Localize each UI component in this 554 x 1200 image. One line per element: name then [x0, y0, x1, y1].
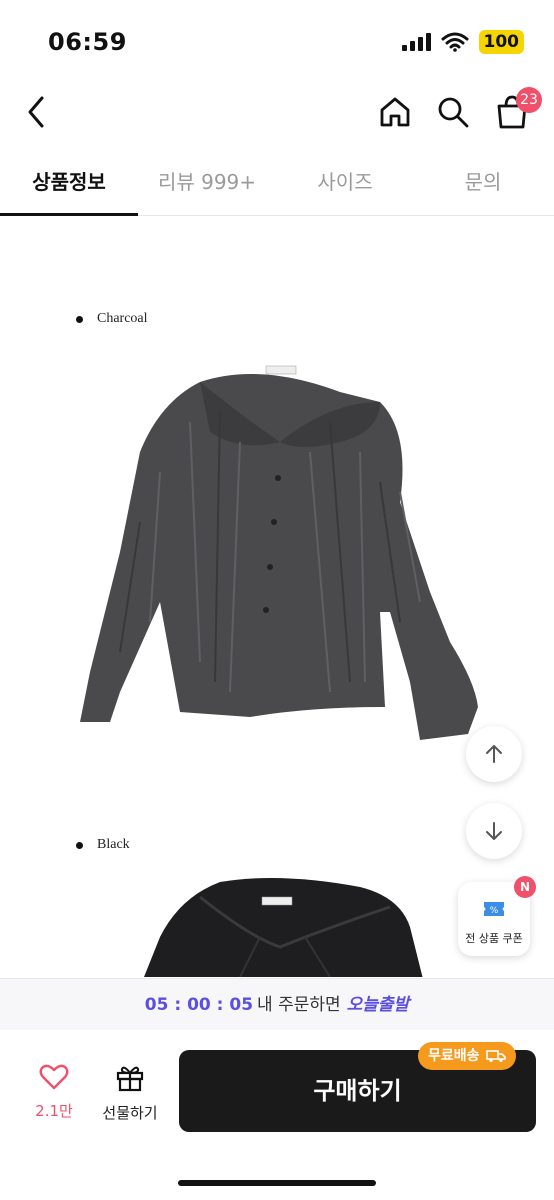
black-blouse-image [144, 878, 423, 977]
free-shipping-label: 무료배송 [428, 1048, 480, 1064]
gift-icon [116, 1066, 144, 1092]
wifi-icon [441, 32, 468, 52]
color-option-black: Black [76, 837, 130, 853]
status-bar: 06:59 100 [0, 0, 554, 80]
bullet [76, 841, 83, 849]
color-label: Charcoal [97, 311, 148, 326]
search-icon [438, 97, 469, 128]
nav-bar: 23 [0, 80, 554, 144]
coupon-icon: % [484, 902, 504, 916]
truck-icon [485, 1050, 506, 1063]
scroll-bottom-button[interactable] [466, 803, 522, 859]
search-button[interactable] [433, 92, 473, 132]
status-icons: 100 [401, 30, 524, 54]
back-button[interactable] [22, 92, 52, 132]
delivery-countdown: 05 : 00 : 05 [144, 995, 254, 1015]
gift-button[interactable]: 선물하기 [98, 1064, 162, 1123]
new-badge: N [514, 876, 536, 898]
bottom-action-bar: 2.1만 선물하기 구매하기 무료배송 [0, 1030, 554, 1200]
like-count: 2.1만 [35, 1102, 73, 1120]
tab-inquiry[interactable]: 문의 [414, 150, 552, 215]
bullet [76, 315, 83, 323]
tab-size[interactable]: 사이즈 [276, 150, 414, 215]
home-icon [380, 97, 410, 127]
cart-count-badge: 23 [516, 87, 542, 113]
coupon-label: 전 상품 쿠폰 [465, 932, 523, 945]
product-detail-content: Charcoal Black [0, 217, 554, 977]
delivery-banner: 05 : 00 : 05 내 주문하면 오늘출발 [0, 978, 554, 1030]
arrow-up-icon [486, 745, 502, 763]
coupon-button[interactable]: % 전 상품 쿠폰 N [458, 876, 536, 956]
scroll-top-button[interactable] [466, 726, 522, 782]
home-indicator [178, 1180, 376, 1186]
home-button[interactable] [375, 92, 415, 132]
svg-text:%: % [490, 906, 499, 916]
free-shipping-badge: 무료배송 [418, 1042, 516, 1070]
like-button[interactable]: 2.1만 [28, 1064, 80, 1121]
gift-label: 선물하기 [102, 1104, 158, 1122]
heart-icon [39, 1064, 69, 1090]
status-time: 06:59 [48, 28, 127, 56]
battery-indicator: 100 [478, 30, 524, 54]
color-option-charcoal: Charcoal [76, 311, 148, 327]
tab-bar: 상품정보 리뷰 999+ 사이즈 문의 [0, 150, 554, 216]
color-label: Black [97, 837, 130, 852]
tab-product-info[interactable]: 상품정보 [0, 150, 138, 216]
charcoal-blouse-image [80, 365, 478, 740]
tab-reviews[interactable]: 리뷰 999+ [138, 150, 276, 215]
cart-button[interactable]: 23 [492, 87, 542, 132]
delivery-today-label: 오늘출발 [346, 995, 410, 1015]
delivery-text: 내 주문하면 [257, 995, 341, 1015]
back-icon [28, 96, 44, 128]
signal-icon [401, 33, 431, 51]
arrow-down-icon [486, 822, 502, 840]
